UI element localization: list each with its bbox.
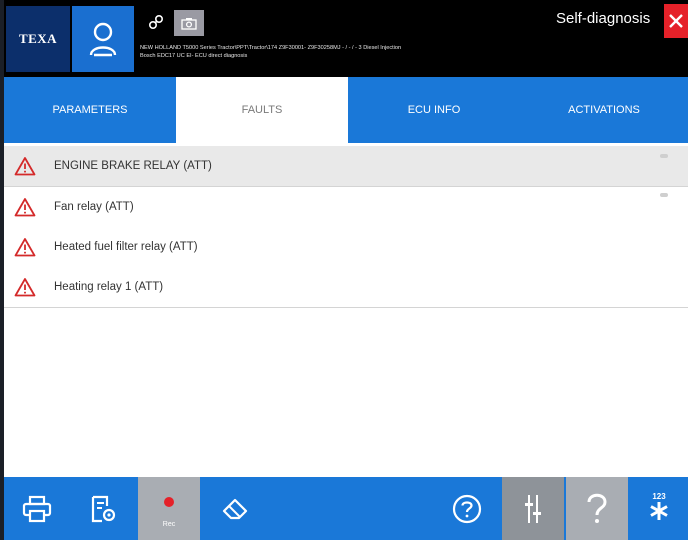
screenshot-button[interactable] [174, 10, 204, 36]
print-button[interactable] [4, 477, 70, 540]
fault-label: Heated fuel filter relay (ATT) [54, 241, 198, 253]
row-scroll-mark [660, 193, 668, 197]
printer-icon [22, 495, 52, 522]
profile-button[interactable] [72, 6, 134, 72]
report-settings-button[interactable] [70, 477, 136, 540]
header-bar: TEXA NEW HOLLAND T5000 Series Tractor\PP… [4, 0, 688, 77]
bottom-toolbar: Rec 123 [4, 477, 688, 540]
tab-bar: PARAMETERS FAULTS ECU INFO ACTIVATIONS [4, 77, 688, 143]
camera-icon [181, 17, 197, 30]
fault-label: Fan relay (ATT) [54, 201, 134, 213]
user-icon [89, 22, 117, 57]
vehicle-line-1: NEW HOLLAND T5000 Series Tractor\PPT\Tra… [140, 45, 402, 51]
report-settings-icon [91, 495, 116, 522]
fault-row[interactable]: ENGINE BRAKE RELAY (ATT) [4, 146, 688, 187]
link-icon[interactable] [148, 14, 164, 30]
adjust-button[interactable] [502, 477, 564, 540]
fault-label: ENGINE BRAKE RELAY (ATT) [54, 160, 212, 172]
record-icon [164, 496, 174, 507]
fault-row[interactable]: Heating relay 1 (ATT) [4, 267, 688, 308]
eraser-icon [222, 498, 248, 519]
texa-logo: TEXA [6, 6, 70, 72]
tab-faults[interactable]: FAULTS [176, 77, 348, 143]
tab-activations[interactable]: ACTIVATIONS [520, 77, 688, 143]
fault-label: Heating relay 1 (ATT) [54, 281, 164, 293]
help-button[interactable] [434, 477, 500, 540]
help-circle-icon [452, 494, 482, 523]
device-screen: TEXA NEW HOLLAND T5000 Series Tractor\PP… [4, 0, 688, 540]
logo-text: TEXA [18, 31, 58, 46]
erase-button[interactable] [202, 477, 268, 540]
warning-icon [14, 157, 36, 176]
numpad-icon [650, 502, 668, 520]
close-icon [669, 14, 683, 28]
row-scroll-mark [660, 154, 668, 158]
vehicle-line-2: Bosch EDC17 UC EI- ECU direct diagnosis [140, 53, 248, 59]
page-title: Self-diagnosis [556, 10, 651, 27]
vehicle-info: NEW HOLLAND T5000 Series Tractor\PPT\Tra… [140, 44, 540, 60]
tab-ecu-info[interactable]: ECU INFO [348, 77, 520, 143]
warning-icon [14, 278, 36, 297]
fault-list: ENGINE BRAKE RELAY (ATT) Fan relay (ATT)… [4, 143, 688, 477]
numpad-button[interactable]: 123 [630, 477, 688, 540]
record-label: Rec [162, 521, 176, 528]
info-button[interactable] [566, 477, 628, 540]
warning-icon [14, 198, 36, 217]
close-button[interactable] [664, 4, 688, 38]
record-button[interactable]: Rec [138, 477, 200, 540]
tab-parameters[interactable]: PARAMETERS [4, 77, 176, 143]
fault-row[interactable]: Fan relay (ATT) [4, 187, 688, 228]
numpad-label: 123 [652, 492, 666, 501]
sliders-icon [525, 494, 541, 523]
question-icon [587, 493, 607, 523]
fault-row[interactable]: Heated fuel filter relay (ATT) [4, 227, 688, 268]
warning-icon [14, 238, 36, 257]
